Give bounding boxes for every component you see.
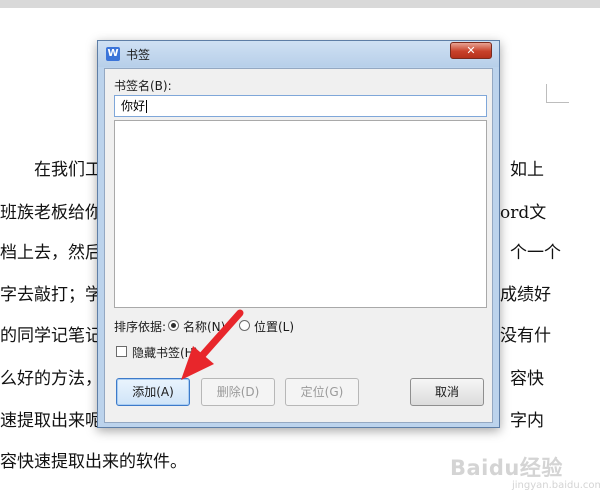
- doc-text-line: 字内: [510, 411, 544, 431]
- dialog-body: 书签名(B): 你好 排序依据: 名称(N) 位置(L) 隐藏书签(H) 添加(…: [104, 68, 493, 423]
- top-toolbar-strip: [0, 0, 600, 8]
- bookmark-name-value: 你好: [121, 99, 146, 113]
- doc-text-line: 容快速提取出来的软件。: [0, 452, 187, 472]
- delete-button[interactable]: 删除(D): [201, 378, 275, 406]
- sort-by-name-label[interactable]: 名称(N): [183, 318, 225, 335]
- cancel-button[interactable]: 取消: [410, 378, 484, 406]
- locate-button[interactable]: 定位(G): [285, 378, 359, 406]
- bookmark-list[interactable]: [114, 120, 487, 308]
- doc-text-line: 容快: [510, 369, 544, 389]
- text-caret: [146, 100, 148, 113]
- doc-text-line: 字去敲打；学: [0, 285, 102, 305]
- watermark-brand: Baidu经验: [450, 456, 563, 480]
- doc-text-line: 没有什: [500, 326, 551, 346]
- page-corner-mark: [546, 84, 569, 103]
- doc-text-line: 速提取出来呢: [0, 411, 102, 431]
- doc-text-line: 在我们工: [34, 160, 102, 180]
- hide-bookmarks-label[interactable]: 隐藏书签(H): [132, 344, 198, 361]
- hide-bookmarks-checkbox[interactable]: [116, 346, 127, 357]
- doc-text-line: 班族老板给你: [0, 203, 102, 223]
- sort-by-position-label[interactable]: 位置(L): [254, 318, 294, 335]
- sort-by-position-radio[interactable]: [239, 320, 250, 331]
- doc-text-line: 成绩好: [500, 285, 551, 305]
- bookmark-name-input[interactable]: 你好: [114, 95, 487, 117]
- watermark-url: jingyan.baidu.com: [512, 480, 600, 491]
- doc-text-line: 的同学记笔记: [0, 326, 102, 346]
- bookmark-dialog: W 书签 ✕ 书签名(B): 你好 排序依据: 名称(N) 位置(L) 隐藏书签…: [97, 40, 500, 428]
- sort-by-label: 排序依据:: [114, 320, 167, 334]
- wps-app-icon: W: [106, 47, 120, 61]
- dialog-titlebar[interactable]: W 书签 ✕: [98, 41, 499, 67]
- doc-text-line: 个一个: [510, 243, 561, 263]
- bookmark-name-label: 书签名(B):: [114, 79, 172, 93]
- sort-by-name-radio[interactable]: [168, 320, 179, 331]
- dialog-title: 书签: [126, 48, 151, 62]
- baidu-watermark: Baidu经验 jingyan.baidu.com: [450, 446, 600, 496]
- close-button[interactable]: ✕: [450, 42, 492, 59]
- doc-text-line: 如上: [510, 160, 544, 180]
- doc-text-line: 档上去，然后: [0, 243, 102, 263]
- add-button[interactable]: 添加(A): [116, 378, 190, 406]
- doc-text-line: 么好的方法，: [0, 369, 102, 389]
- doc-text-line: ord文: [500, 203, 547, 223]
